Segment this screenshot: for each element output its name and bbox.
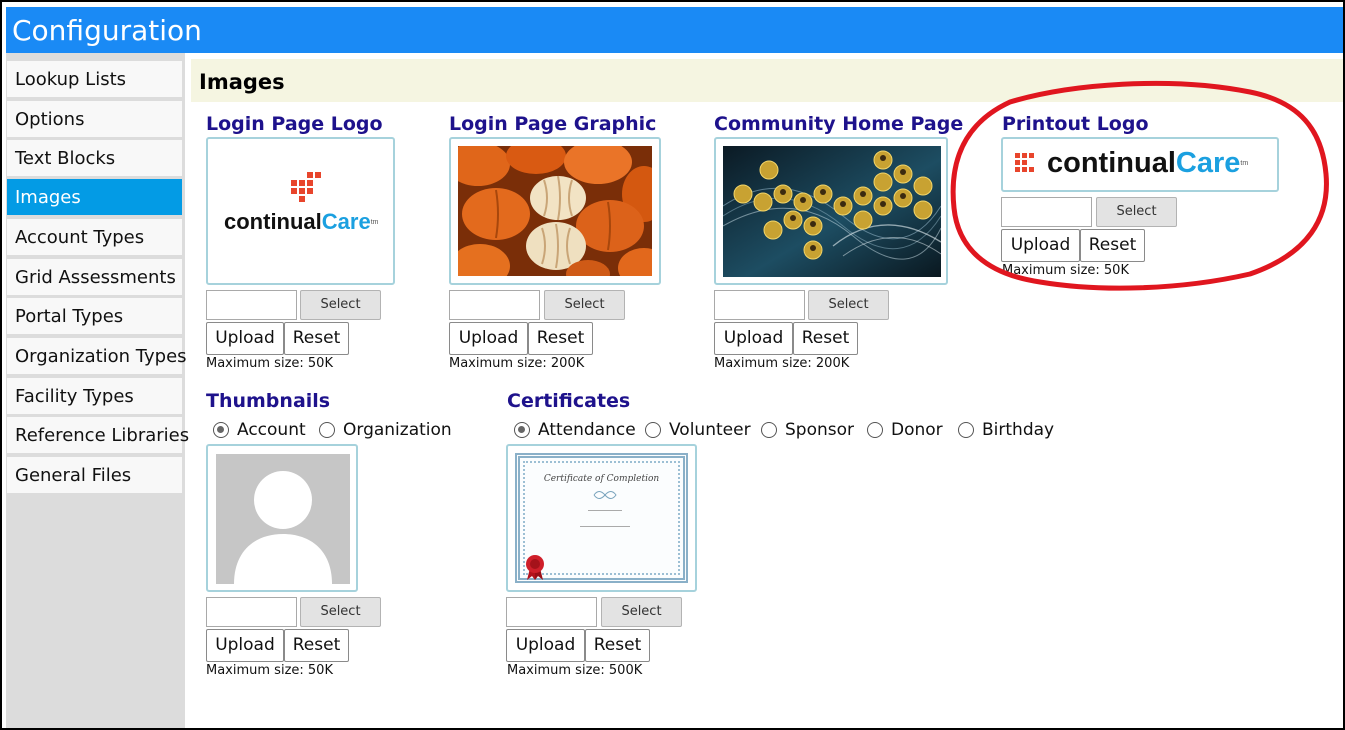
login-logo-file-input[interactable] [206, 290, 297, 320]
radio-unchecked-icon [645, 422, 661, 438]
certificate-image: Certificate of Completion [515, 453, 688, 583]
logo-mark-icon [1015, 153, 1034, 172]
login-logo-max-size: Maximum size: 50K [206, 356, 333, 371]
community-title: Community Home Page [714, 113, 964, 135]
certificates-radio-attendance[interactable]: Attendance [514, 420, 636, 440]
certificate-seal-icon [526, 555, 544, 580]
login-logo-upload-button[interactable]: Upload [206, 322, 284, 355]
window-title: Configuration [6, 7, 1343, 53]
radio-checked-icon [213, 422, 229, 438]
login-graphic-upload-button[interactable]: Upload [449, 322, 528, 355]
certificates-max-size: Maximum size: 500K [507, 663, 643, 678]
pumpkins-image [458, 146, 652, 276]
community-select-button[interactable]: Select [808, 290, 889, 320]
community-network-image [723, 146, 941, 277]
radio-checked-icon [514, 422, 530, 438]
certificates-radio-donor[interactable]: Donor [867, 420, 943, 440]
thumbnails-max-size: Maximum size: 50K [206, 663, 333, 678]
thumbnails-title: Thumbnails [206, 390, 331, 412]
login-logo-reset-button[interactable]: Reset [284, 322, 349, 355]
certificates-select-button[interactable]: Select [601, 597, 682, 627]
printout-logo-file-input[interactable] [1001, 197, 1092, 227]
radio-unchecked-icon [761, 422, 777, 438]
printout-logo-reset-button[interactable]: Reset [1080, 229, 1145, 262]
login-logo-title: Login Page Logo [206, 113, 383, 135]
certificates-radio-sponsor[interactable]: Sponsor [761, 420, 854, 440]
thumbnails-upload-button[interactable]: Upload [206, 629, 284, 662]
certificates-file-input[interactable] [506, 597, 597, 627]
certificates-reset-button[interactable]: Reset [585, 629, 650, 662]
printout-logo-max-size: Maximum size: 50K [1002, 263, 1129, 278]
login-graphic-title: Login Page Graphic [449, 113, 657, 135]
radio-unchecked-icon [958, 422, 974, 438]
community-max-size: Maximum size: 200K [714, 356, 850, 371]
printout-logo-upload-button[interactable]: Upload [1001, 229, 1080, 262]
certificate-flourish-icon [593, 491, 617, 499]
sidebar-item-options[interactable]: Options [7, 101, 182, 137]
community-preview [714, 137, 948, 285]
logo-mark-icon [291, 172, 321, 202]
certificate-heading: Certificate of Completion [543, 474, 660, 484]
section-title: Images [191, 59, 1343, 102]
printout-logo-select-button[interactable]: Select [1096, 197, 1177, 227]
radio-unchecked-icon [867, 422, 883, 438]
login-graphic-select-button[interactable]: Select [544, 290, 625, 320]
avatar-placeholder-icon [216, 454, 350, 584]
sidebar-item-general-files[interactable]: General Files [7, 457, 182, 493]
sidebar-item-organization-types[interactable]: Organization Types [7, 338, 187, 374]
community-file-input[interactable] [714, 290, 805, 320]
login-logo-preview: continual Care tm [206, 137, 395, 285]
thumbnail-preview [206, 444, 358, 592]
login-logo-select-button[interactable]: Select [300, 290, 381, 320]
sidebar-item-images[interactable]: Images [7, 179, 182, 215]
certificates-upload-button[interactable]: Upload [506, 629, 585, 662]
sidebar-item-reference-libraries[interactable]: Reference Libraries [7, 417, 189, 453]
thumbnails-select-button[interactable]: Select [300, 597, 381, 627]
printout-logo-preview: continual Care tm [1001, 137, 1279, 192]
continualcare-logo: continual Care tm [1047, 147, 1249, 179]
certificates-radio-volunteer[interactable]: Volunteer [645, 420, 751, 440]
login-graphic-preview [449, 137, 661, 285]
sidebar-item-portal-types[interactable]: Portal Types [7, 298, 182, 334]
certificates-title: Certificates [507, 390, 631, 412]
login-graphic-file-input[interactable] [449, 290, 540, 320]
thumbnails-file-input[interactable] [206, 597, 297, 627]
certificate-preview: Certificate of Completion [506, 444, 697, 592]
thumbnails-radio-group: Account Organization [213, 420, 453, 444]
sidebar-item-account-types[interactable]: Account Types [7, 219, 182, 255]
certificates-radio-birthday[interactable]: Birthday [958, 420, 1054, 440]
printout-logo-title: Printout Logo [1002, 113, 1149, 135]
sidebar-item-grid-assessments[interactable]: Grid Assessments [7, 259, 182, 295]
sidebar-item-lookup-lists[interactable]: Lookup Lists [7, 61, 182, 97]
sidebar: Lookup Lists Options Text Blocks Images … [6, 53, 189, 728]
community-reset-button[interactable]: Reset [793, 322, 858, 355]
app-window: Configuration Lookup Lists Options Text … [0, 0, 1345, 730]
radio-unchecked-icon [319, 422, 335, 438]
thumbnails-radio-organization[interactable]: Organization [319, 420, 452, 440]
login-graphic-max-size: Maximum size: 200K [449, 356, 585, 371]
continualcare-logo: continual Care tm [224, 209, 379, 234]
thumbnails-reset-button[interactable]: Reset [284, 629, 349, 662]
community-upload-button[interactable]: Upload [714, 322, 793, 355]
login-graphic-reset-button[interactable]: Reset [528, 322, 593, 355]
sidebar-item-facility-types[interactable]: Facility Types [7, 378, 182, 414]
certificates-radio-group: Attendance Volunteer Sponsor Donor Birth… [514, 420, 1074, 444]
sidebar-item-text-blocks[interactable]: Text Blocks [7, 140, 182, 176]
thumbnails-radio-account[interactable]: Account [213, 420, 306, 440]
